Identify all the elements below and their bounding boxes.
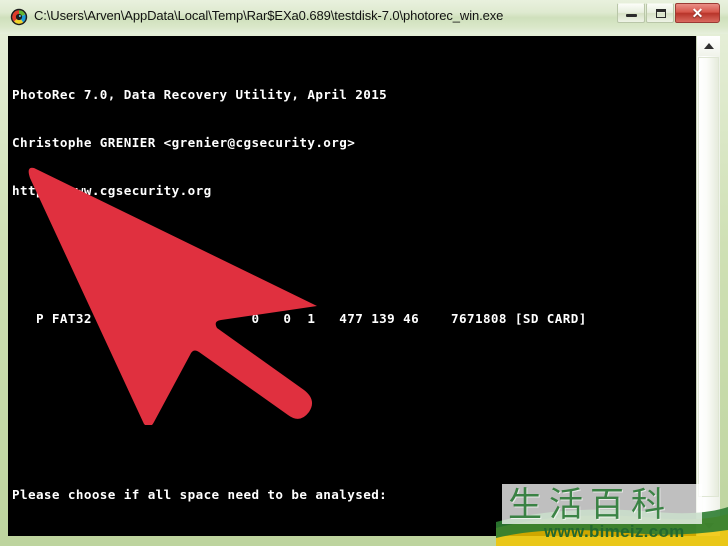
watermark-url: www.bimeiz.com [544, 522, 685, 541]
window-title-text: C:\Users\Arven\AppData\Local\Temp\Rar$EX… [34, 8, 504, 23]
console-text-buffer: PhotoRec 7.0, Data Recovery Utility, Apr… [12, 39, 587, 536]
close-button[interactable]: ✕ [675, 3, 720, 23]
window-title-bar[interactable]: C:\Users\Arven\AppData\Local\Temp\Rar$EX… [0, 0, 728, 34]
photorec-app-icon [10, 8, 28, 26]
maximize-icon [656, 9, 666, 18]
scrollbar-thumb[interactable] [698, 57, 719, 497]
console-spacer-2 [12, 375, 587, 391]
console-spacer-3 [12, 423, 587, 439]
console-vertical-scrollbar[interactable] [696, 36, 720, 536]
console-client-area[interactable]: PhotoRec 7.0, Data Recovery Utility, Apr… [8, 36, 696, 536]
console-line-header-1: PhotoRec 7.0, Data Recovery Utility, Apr… [12, 87, 388, 102]
scroll-up-arrow[interactable] [697, 36, 720, 56]
minimize-button[interactable] [617, 3, 645, 23]
partition-row: P FAT32 0 0 1 477 139 46 7671808 [SD CAR… [12, 311, 587, 326]
console-line-header-2: Christophe GRENIER <grenier@cgsecurity.o… [12, 135, 356, 150]
console-line-header-3: http://www.cgsecurity.org [12, 183, 212, 198]
application-window: C:\Users\Arven\AppData\Local\Temp\Rar$EX… [0, 0, 728, 546]
chevron-up-icon [703, 43, 714, 49]
console-spacer-1 [12, 247, 587, 263]
watermark-chinese-text: 生活百科 [508, 485, 672, 525]
maximize-button[interactable] [646, 3, 674, 23]
window-controls: ✕ [616, 3, 720, 23]
screenshot-root: C:\Users\Arven\AppData\Local\Temp\Rar$EX… [0, 0, 728, 546]
site-watermark: 生活百科 www.bimeiz.com [496, 484, 728, 546]
minimize-icon [626, 14, 637, 17]
close-icon: ✕ [691, 5, 704, 21]
